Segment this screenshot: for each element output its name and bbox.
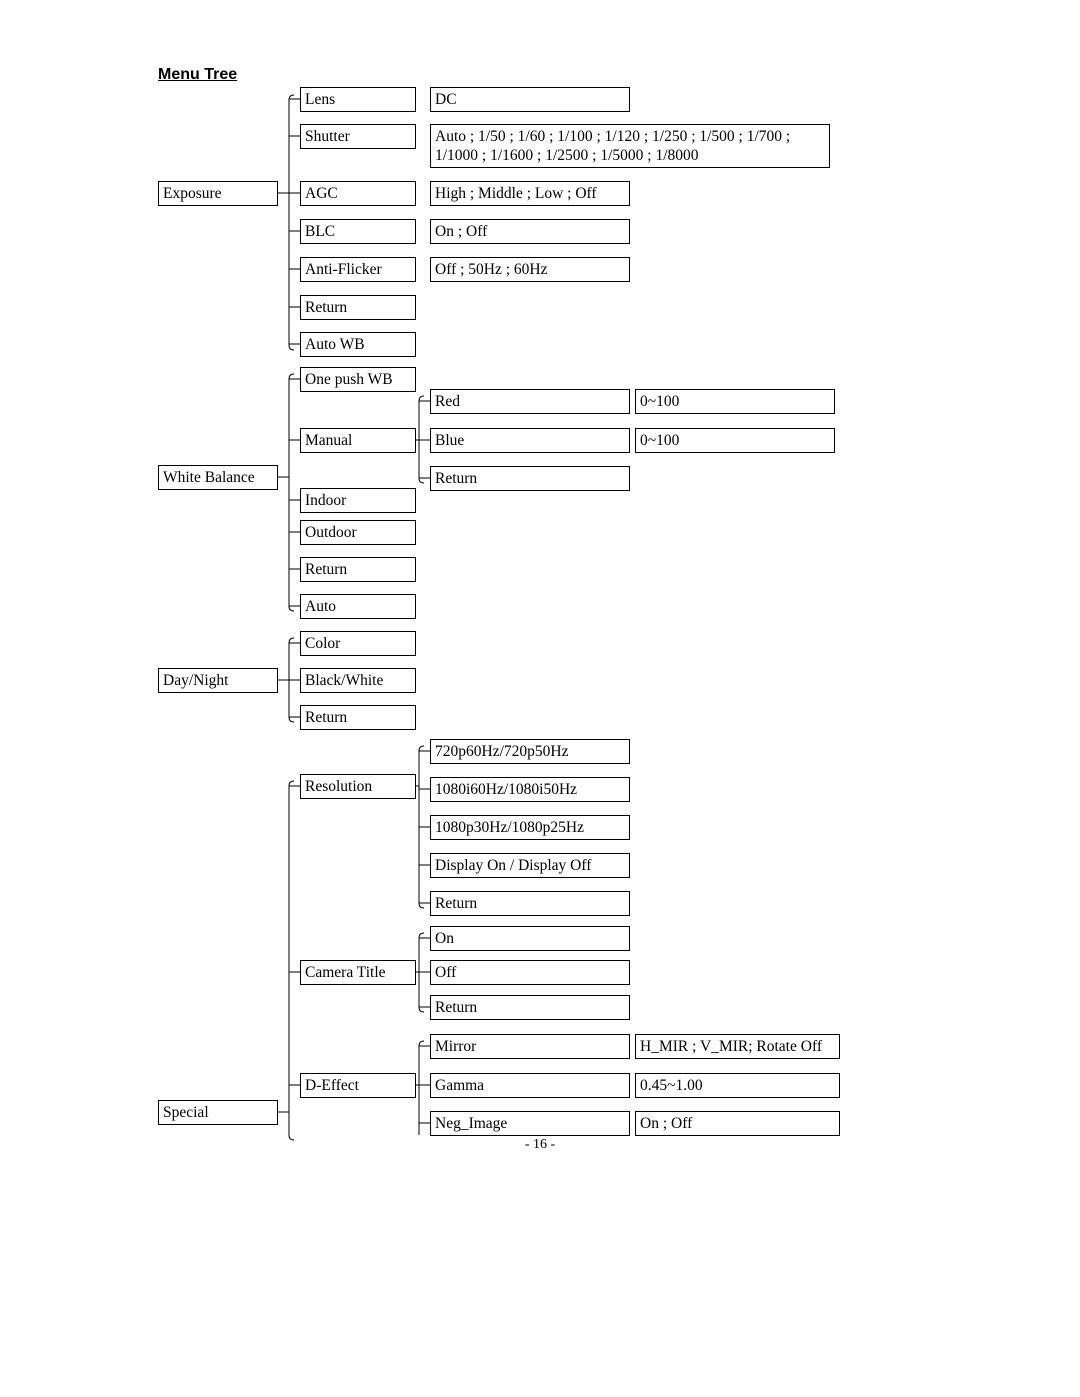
page: Menu Tree Exposure White Balance Day/Nig… (0, 0, 1080, 1397)
tree-connectors (0, 0, 1080, 1397)
page-number: - 16 - (0, 1137, 1080, 1153)
